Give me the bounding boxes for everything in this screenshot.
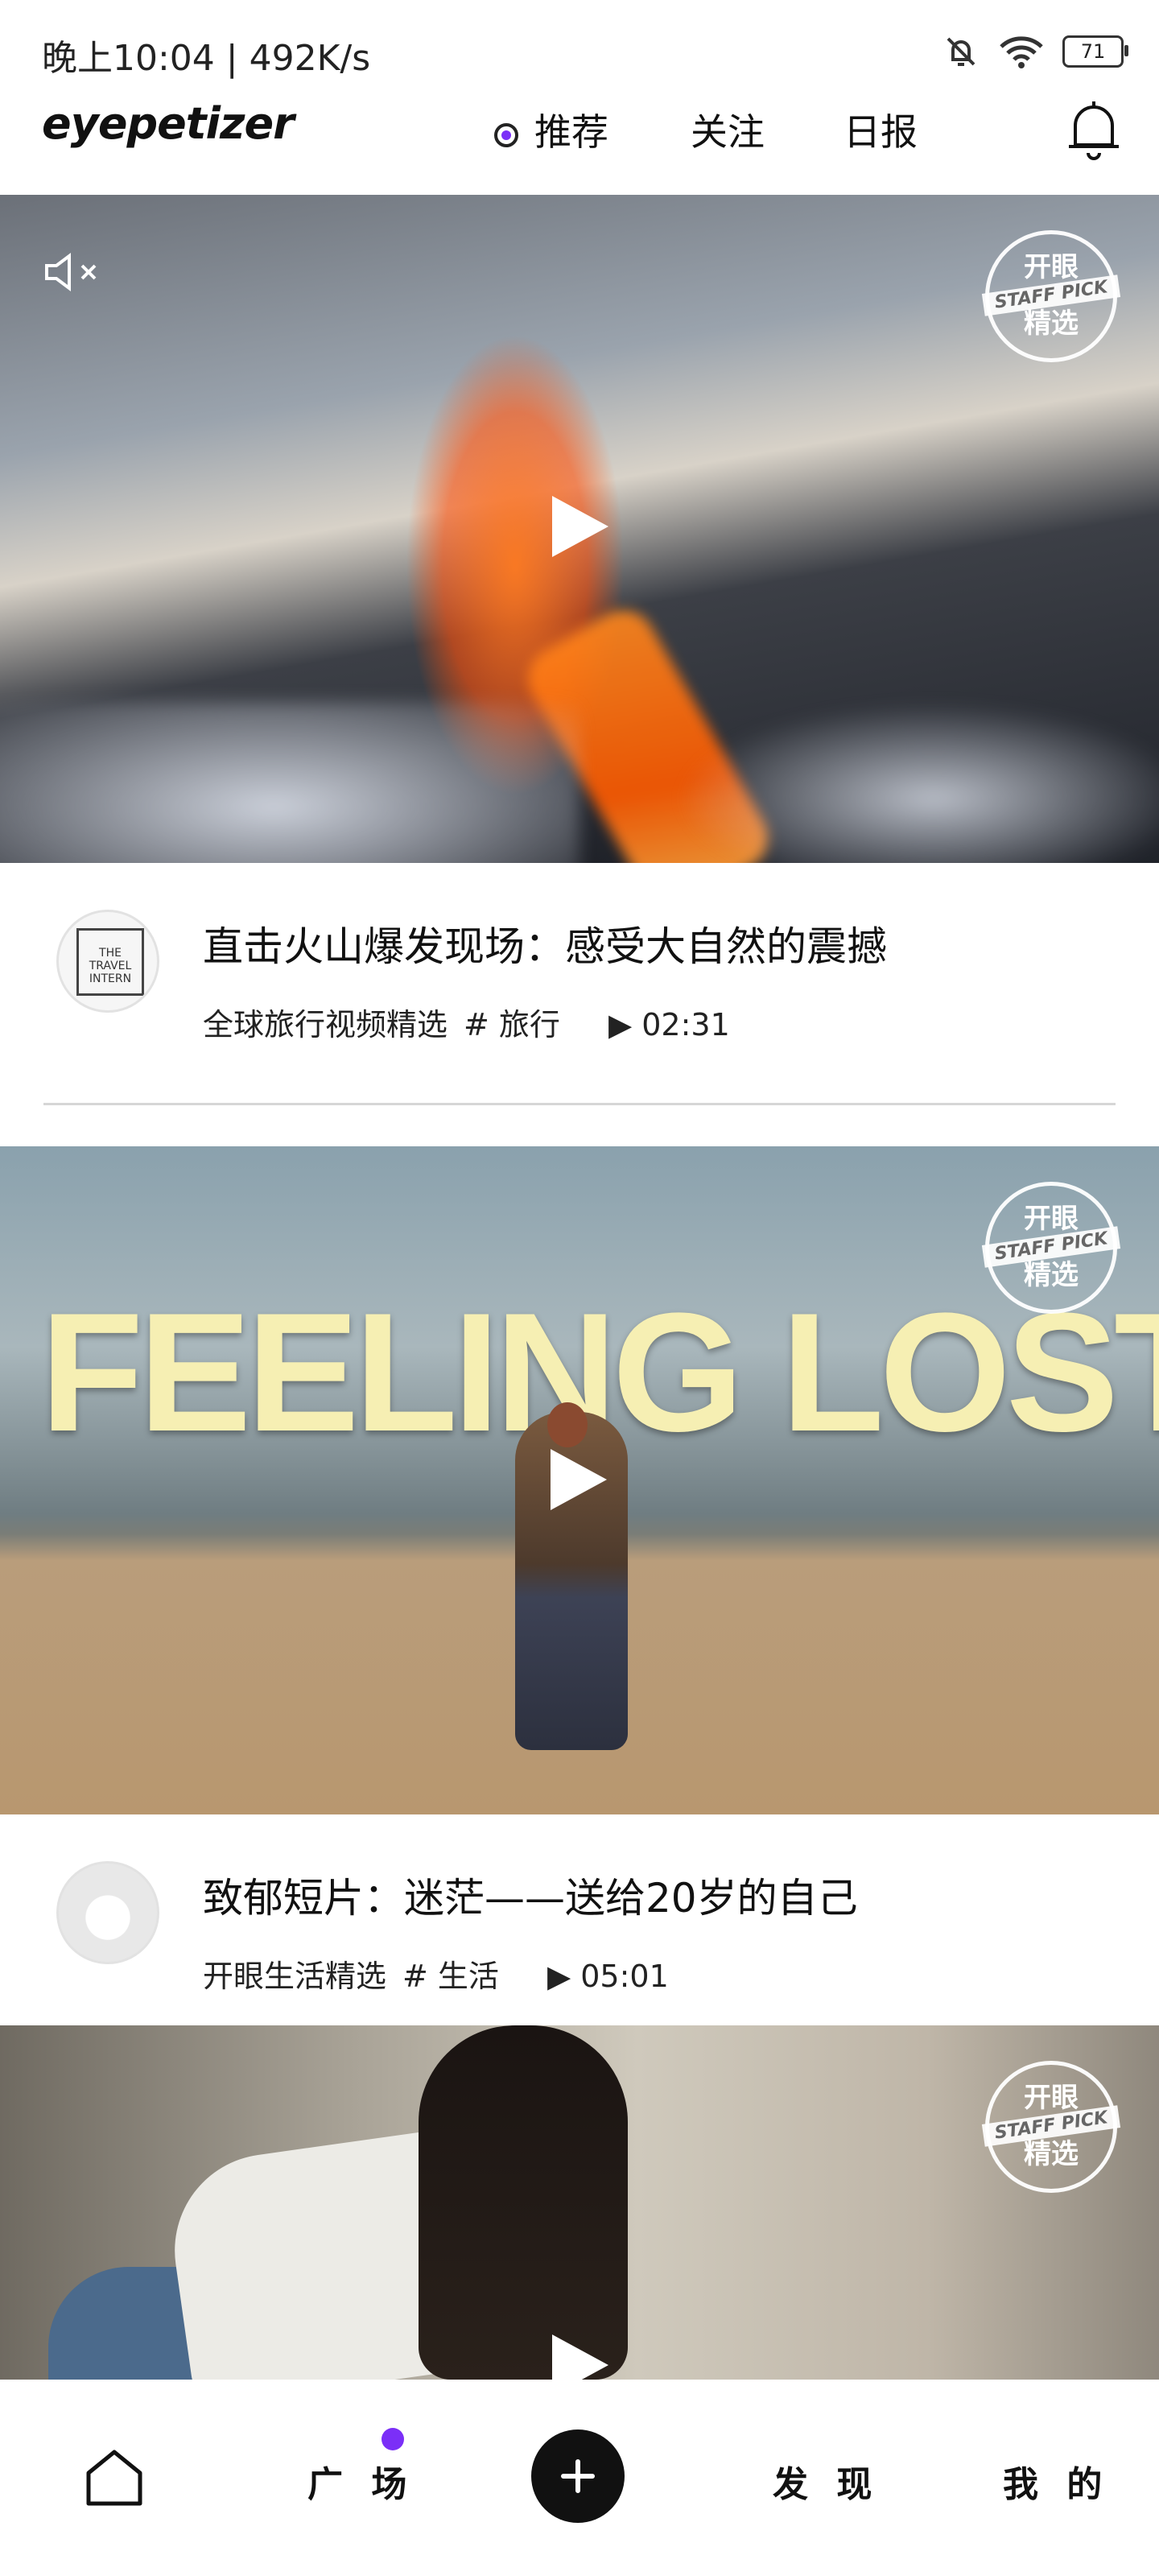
notification-dot	[382, 2428, 404, 2450]
add-post-button[interactable]	[531, 2429, 625, 2523]
author-avatar[interactable]	[56, 1861, 159, 1964]
video-thumbnail-volcano[interactable]: 开眼 STAFF PICK 精选	[0, 195, 1159, 863]
battery-icon: 71	[1062, 35, 1128, 68]
play-icon[interactable]	[547, 493, 612, 560]
play-icon[interactable]	[547, 2331, 612, 2380]
plus-icon	[561, 2459, 595, 2493]
video-thumbnail-feeling-lost[interactable]: FEELING LOST? 开眼 STAFF PICK 精选	[0, 1146, 1159, 1814]
status-time: 晚上10:04 | 492K/s	[42, 38, 371, 79]
video-title[interactable]: 直击火山爆发现场：感受大自然的震撼	[203, 914, 887, 972]
mute-bell-icon	[947, 37, 975, 66]
author-name[interactable]: 全球旅行视频精选	[203, 1007, 448, 1042]
tab-daily[interactable]: 日报	[843, 103, 918, 156]
wifi-icon	[1000, 36, 1043, 68]
category-tag[interactable]: # 旅行	[464, 1007, 560, 1042]
category-tag[interactable]: # 生活	[402, 1959, 499, 1994]
staff-pick-badge: 开眼 STAFF PICK 精选	[981, 230, 1121, 362]
tab-square[interactable]: 广 场	[307, 2455, 415, 2507]
tab-mine[interactable]: 我 的	[1003, 2455, 1110, 2507]
mute-volume-icon[interactable]	[43, 251, 103, 293]
divider	[43, 1103, 1116, 1105]
duration: ▶ 05:01	[547, 1959, 669, 1994]
tab-recommend[interactable]: 推荐	[494, 103, 608, 156]
home-icon[interactable]	[84, 2447, 145, 2507]
tab-follow[interactable]: 关注	[691, 103, 765, 156]
author-name[interactable]: 开眼生活精选	[203, 1959, 386, 1994]
video-meta: 开眼生活精选 # 生活 ▶ 05:01	[203, 1951, 669, 1996]
tab-discover[interactable]: 发 现	[773, 2455, 880, 2507]
tab-label: 推荐	[534, 110, 608, 154]
app-logo[interactable]: eyepetizer	[42, 98, 295, 149]
play-icon[interactable]	[546, 1446, 610, 1513]
video-meta: 全球旅行视频精选 # 旅行 ▶ 02:31	[203, 1000, 730, 1044]
staff-pick-badge: 开眼 STAFF PICK 精选	[981, 2061, 1121, 2193]
duration: ▶ 02:31	[608, 1007, 730, 1042]
video-thumbnail-third[interactable]: 开眼 STAFF PICK 精选	[0, 2025, 1159, 2380]
notification-bell-icon[interactable]	[1064, 97, 1124, 161]
author-avatar[interactable]: THE TRAVEL INTERN	[56, 910, 159, 1013]
status-icons: 71	[942, 32, 1128, 71]
staff-pick-badge: 开眼 STAFF PICK 精选	[981, 1182, 1121, 1314]
video-title[interactable]: 致郁短片：迷茫——送给20岁的自己	[203, 1866, 858, 1924]
active-tab-dot-icon	[494, 122, 518, 147]
